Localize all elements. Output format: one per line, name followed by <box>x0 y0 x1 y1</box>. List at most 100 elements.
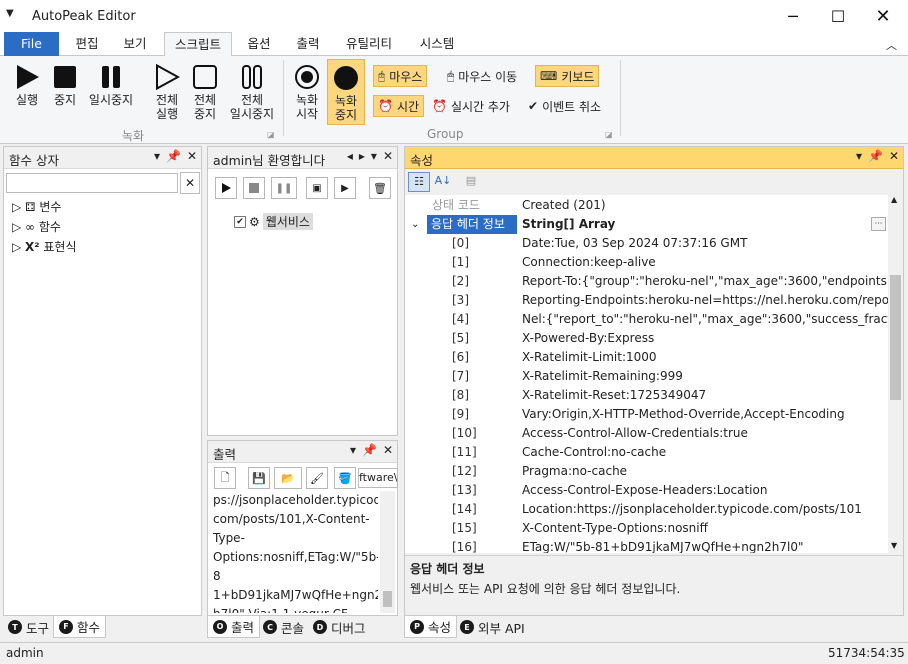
pin-icon[interactable]: 📌 <box>868 149 883 163</box>
script-tab-title[interactable]: admin님 환영합니다 <box>213 150 328 169</box>
output-fill-button[interactable]: 🪣 <box>334 467 356 489</box>
tab-view[interactable]: 보기 <box>112 32 158 56</box>
header-item-row[interactable]: [11] Cache-Control:no-cache <box>405 443 888 462</box>
minimize-button[interactable]: ─ <box>770 0 816 32</box>
header-item-row[interactable]: [15] X-Content-Type-Options:nosniff <box>405 519 888 538</box>
tab-utility[interactable]: 유틸리티 <box>336 32 402 56</box>
header-item-row[interactable]: [1] Connection:keep-alive <box>405 253 888 272</box>
close-icon[interactable]: ✕ <box>889 149 899 163</box>
output-path-field[interactable]: ftware\ <box>358 468 398 488</box>
alphabetical-view-button[interactable]: A↓ <box>433 172 453 192</box>
maximize-button[interactable]: ☐ <box>815 0 861 32</box>
header-item-row[interactable]: [13] Access-Control-Expose-Headers:Locati… <box>405 481 888 500</box>
pin-icon[interactable]: 📌 <box>166 149 181 163</box>
output-brush-button[interactable]: 🖌 <box>306 467 328 489</box>
header-item-row[interactable]: [7] X-Ratelimit-Remaining:999 <box>405 367 888 386</box>
output-open-button[interactable]: 📂 <box>274 467 302 489</box>
header-item-value: Date:Tue, 03 Sep 2024 07:37:16 GMT <box>522 236 748 250</box>
checkbox[interactable]: ✔ <box>234 215 246 228</box>
close-icon[interactable]: ✕ <box>383 149 393 163</box>
clear-search-button[interactable]: ✕ <box>180 172 200 194</box>
keyboard-toggle[interactable]: ⌨ 키보드 <box>535 65 600 87</box>
scroll-down-icon[interactable]: ▼ <box>891 541 897 550</box>
tab-console[interactable]: C 콘솔 <box>258 616 309 638</box>
tab-tools[interactable]: T 도구 <box>3 616 54 638</box>
header-item-row[interactable]: [3] Reporting-Endpoints:heroku-nel=https:… <box>405 291 888 310</box>
close-button[interactable]: ✕ <box>860 0 906 32</box>
pause-all-button[interactable]: 전체 일시중지 <box>226 64 278 121</box>
tab-external-api[interactable]: E 외부 API <box>455 616 530 638</box>
tab-functions[interactable]: F 함수 <box>53 616 107 638</box>
header-item-row[interactable]: [2] Report-To:{"group":"heroku-nel","max_… <box>405 272 888 291</box>
tab-output-console[interactable]: O 출력 <box>207 616 261 638</box>
output-scrollbar[interactable] <box>380 491 395 613</box>
tree-item-expressions[interactable]: ▷ X² 표현식 <box>12 237 77 257</box>
quick-access-menu-icon[interactable]: ▼ <box>6 8 14 19</box>
run-all-button[interactable]: 전체 실행 <box>148 64 186 121</box>
mouse-toggle[interactable]: 🖰 마우스 <box>373 65 428 87</box>
header-item-row[interactable]: [8] X-Ratelimit-Reset:1725349047 <box>405 386 888 405</box>
header-item-row[interactable]: [5] X-Powered-By:Express <box>405 329 888 348</box>
header-item-row[interactable]: [12] Pragma:no-cache <box>405 462 888 481</box>
scroll-up-icon[interactable]: ▲ <box>891 195 897 204</box>
header-item-row[interactable]: [16] ETag:W/"5b-81+bD91jkaMJ7wQfHe+ngn2h7… <box>405 538 888 553</box>
output-scroll-thumb[interactable] <box>383 591 392 607</box>
collapse-chevron-icon[interactable]: ⌄ <box>411 215 419 234</box>
event-cancel-toggle[interactable]: ✔ 이벤트 취소 <box>524 95 605 117</box>
mouse-move-toggle[interactable]: 🖱 마우스 이동 <box>443 65 521 87</box>
pin-icon[interactable]: 📌 <box>362 443 377 457</box>
dropdown-icon[interactable]: ▾ <box>371 149 377 163</box>
script-pause-button[interactable]: ❚❚ <box>271 177 297 199</box>
property-row-status[interactable]: 상태 코드 Created (201) <box>405 196 888 215</box>
output-new-button[interactable]: 🗋 <box>214 467 236 489</box>
tree-item-webservice[interactable]: ✔ ⚙ 웹서비스 <box>234 213 313 230</box>
record-start-button[interactable]: 녹화 시작 <box>289 64 325 121</box>
property-row-response-headers[interactable]: ⌄ 응답 헤더 정보 String[] Array ··· <box>405 215 888 234</box>
properties-scrollbar[interactable]: ▲ ▼ <box>888 195 903 553</box>
header-item-row[interactable]: [4] Nel:{"report_to":"heroku-nel","max_ag… <box>405 310 888 329</box>
header-item-row[interactable]: [14] Location:https://jsonplaceholder.typ… <box>405 500 888 519</box>
script-run-frame-button[interactable]: ▶ <box>334 177 356 199</box>
realtime-add-toggle[interactable]: ⏰ 실시간 추가 <box>428 95 514 117</box>
header-item-row[interactable]: [6] X-Ratelimit-Limit:1000 <box>405 348 888 367</box>
tab-file[interactable]: File <box>4 32 59 56</box>
properties-scroll-thumb[interactable] <box>890 275 901 400</box>
header-item-row[interactable]: [0] Date:Tue, 03 Sep 2024 07:37:16 GMT <box>405 234 888 253</box>
close-icon[interactable]: ✕ <box>187 149 197 163</box>
pause-button[interactable]: 일시중지 <box>85 64 137 107</box>
property-pages-button[interactable]: ▤ <box>461 172 481 192</box>
tree-item-variables[interactable]: ▷ ⚃ 변수 <box>12 197 77 217</box>
script-step-button[interactable]: ▣ <box>306 177 328 199</box>
script-play-button[interactable] <box>215 177 237 199</box>
record-stop-button[interactable]: 녹화 중지 <box>327 59 365 125</box>
categorized-view-button[interactable]: ☷ <box>408 172 430 192</box>
close-icon[interactable]: ✕ <box>383 443 393 457</box>
scroll-left-icon[interactable]: ◂ <box>347 149 353 163</box>
time-toggle[interactable]: ⏰ 시간 <box>373 95 425 117</box>
tree-item-functions[interactable]: ▷ ∞ 함수 <box>12 217 77 237</box>
record-group-launcher-icon[interactable]: ◪ <box>267 130 275 139</box>
tab-properties[interactable]: P 속성 <box>404 616 458 638</box>
ellipsis-button[interactable]: ··· <box>871 217 886 231</box>
header-item-row[interactable]: [9] Vary:Origin,X-HTTP-Method-Override,Ac… <box>405 405 888 424</box>
dropdown-icon[interactable]: ▾ <box>856 149 862 163</box>
tab-debug[interactable]: D 디버그 <box>308 616 371 638</box>
script-stop-button[interactable] <box>243 177 265 199</box>
dropdown-icon[interactable]: ▾ <box>154 149 160 163</box>
function-search-input[interactable] <box>6 173 178 193</box>
scroll-right-icon[interactable]: ▸ <box>359 149 365 163</box>
dropdown-icon[interactable]: ▾ <box>350 443 356 457</box>
stop-button[interactable]: 중지 <box>48 64 82 107</box>
output-save-button[interactable]: 💾 <box>248 467 270 489</box>
header-item-row[interactable]: [10] Access-Control-Allow-Credentials:tru… <box>405 424 888 443</box>
tab-edit[interactable]: 편집 <box>64 32 110 56</box>
tab-script[interactable]: 스크립트 <box>164 32 232 57</box>
tab-options[interactable]: 옵션 <box>236 32 282 56</box>
group-launcher-icon[interactable]: ◪ <box>605 130 613 139</box>
collapse-ribbon-icon[interactable]: ︿ <box>886 37 897 53</box>
stop-all-button[interactable]: 전체 중지 <box>186 64 224 121</box>
tab-system[interactable]: 시스템 <box>408 32 466 56</box>
run-button[interactable]: 실행 <box>8 64 46 107</box>
script-delete-button[interactable]: 🗑 <box>369 177 391 199</box>
tab-output[interactable]: 출력 <box>285 32 331 56</box>
